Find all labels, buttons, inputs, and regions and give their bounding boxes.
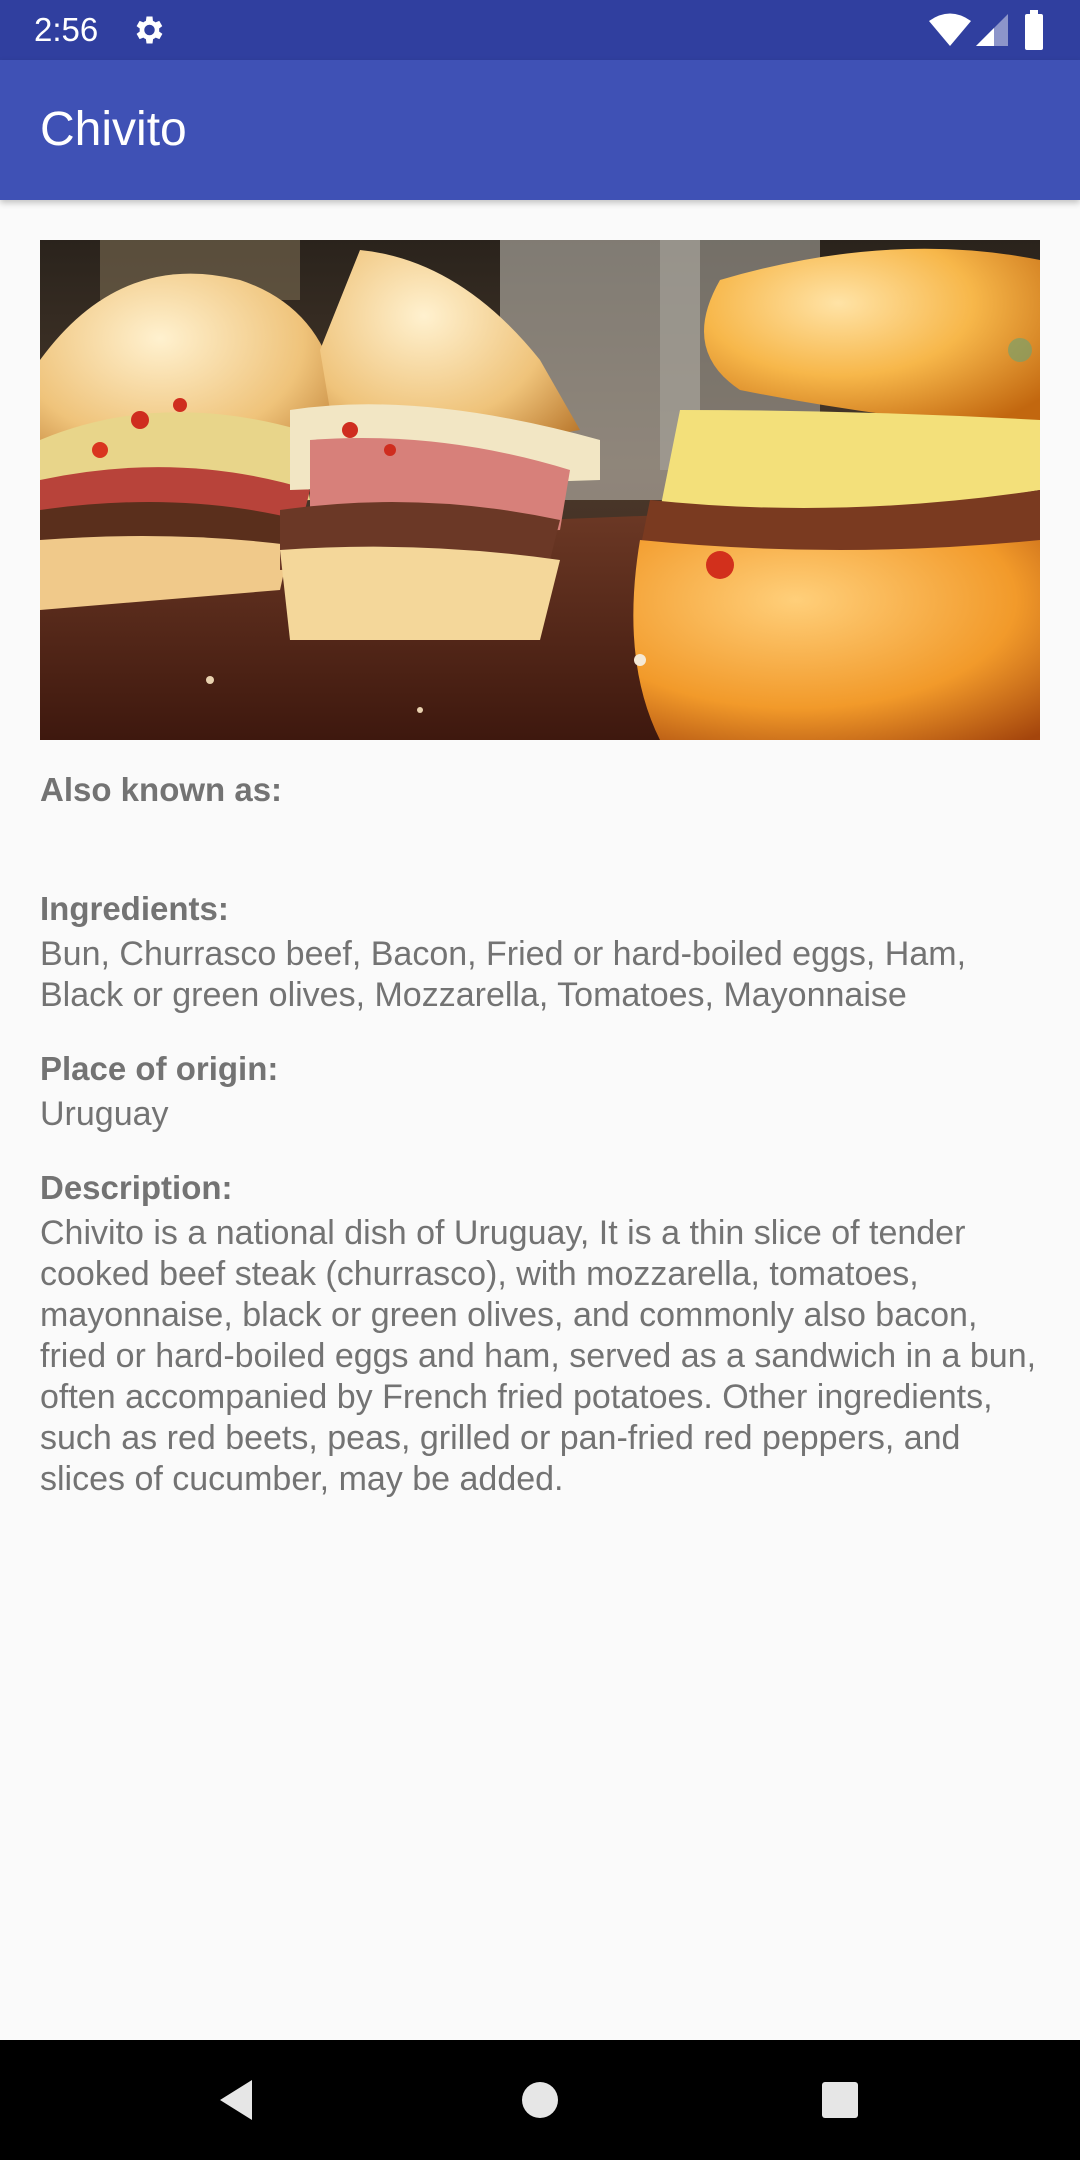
battery-icon bbox=[1025, 10, 1043, 50]
status-bar: 2:56 bbox=[0, 0, 1080, 60]
description-label: Description: bbox=[40, 1169, 233, 1206]
recents-icon[interactable] bbox=[810, 2070, 870, 2130]
home-icon[interactable] bbox=[510, 2070, 570, 2130]
status-time: 2:56 bbox=[34, 11, 99, 48]
place-of-origin-label: Place of origin: bbox=[40, 1050, 279, 1087]
signal-icon bbox=[976, 14, 1008, 46]
back-icon[interactable] bbox=[208, 2070, 268, 2130]
place-of-origin-value: Uruguay bbox=[40, 1095, 169, 1133]
page-title: Chivito bbox=[40, 103, 187, 156]
wifi-icon bbox=[929, 13, 971, 46]
navigation-bar bbox=[0, 2040, 1080, 2160]
description-value: Chivito is a national dish of Uruguay, I… bbox=[40, 1214, 1037, 1498]
also-known-as-label: Also known as: bbox=[40, 771, 283, 808]
dish-photo-illustration bbox=[40, 240, 1040, 740]
gear-icon bbox=[136, 16, 163, 44]
ingredients-value: Bun, Churrasco beef, Bacon, Fried or har… bbox=[40, 935, 967, 1014]
dish-photo bbox=[40, 240, 1040, 740]
app-bar: Chivito bbox=[0, 60, 1080, 200]
ingredients-label: Ingredients: bbox=[40, 890, 229, 927]
